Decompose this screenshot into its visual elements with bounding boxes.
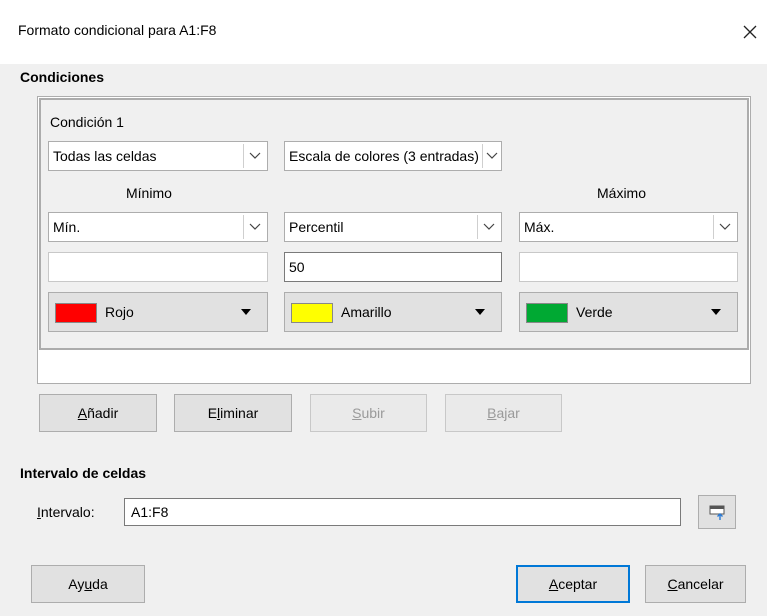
dropdown-triangle-icon xyxy=(241,309,251,315)
min-color-swatch xyxy=(55,303,97,323)
range-input[interactable]: A1:F8 xyxy=(124,498,681,526)
conditions-section-label: Condiciones xyxy=(20,69,105,85)
range-value: A1:F8 xyxy=(131,504,169,520)
max-value-input[interactable] xyxy=(519,252,738,282)
chevron-down-icon xyxy=(243,215,265,239)
max-color-swatch xyxy=(526,303,568,323)
mid-type-value: Percentil xyxy=(289,219,344,235)
format-type-dropdown[interactable]: Escala de colores (3 entradas) xyxy=(284,141,502,171)
move-up-button[interactable]: Subir xyxy=(310,394,427,432)
cancel-button[interactable]: Cancelar xyxy=(645,565,746,603)
max-color-label: Verde xyxy=(576,304,613,320)
delete-button[interactable]: Eliminar xyxy=(174,394,292,432)
condition-label: Condición 1 xyxy=(50,114,124,130)
chevron-down-icon xyxy=(713,215,735,239)
mid-color-label: Amarillo xyxy=(341,304,392,320)
cell-range-section-label: Intervalo de celdas xyxy=(20,465,147,481)
applies-to-dropdown[interactable]: Todas las celdas xyxy=(48,141,268,171)
chevron-down-icon xyxy=(243,144,265,168)
max-type-value: Máx. xyxy=(524,219,555,235)
conditional-format-dialog: Formato condicional para A1:F8 Condicion… xyxy=(0,0,767,616)
applies-to-value: Todas las celdas xyxy=(53,148,157,164)
min-color-button[interactable]: Rojo xyxy=(48,292,268,332)
format-type-value: Escala de colores (3 entradas) xyxy=(289,148,479,164)
mid-value-input[interactable]: 50 xyxy=(284,252,502,282)
shrink-button[interactable] xyxy=(698,495,736,529)
mid-color-swatch xyxy=(291,303,333,323)
chevron-down-icon xyxy=(482,144,500,168)
close-icon[interactable] xyxy=(736,18,764,46)
min-value-input[interactable] xyxy=(48,252,268,282)
mid-type-dropdown[interactable]: Percentil xyxy=(284,212,502,242)
dropdown-triangle-icon xyxy=(711,309,721,315)
add-button[interactable]: Añadir xyxy=(39,394,157,432)
max-color-button[interactable]: Verde xyxy=(519,292,738,332)
help-button[interactable]: Ayuda xyxy=(31,565,145,603)
min-type-dropdown[interactable]: Mín. xyxy=(48,212,268,242)
mid-color-button[interactable]: Amarillo xyxy=(284,292,502,332)
title-bar: Formato condicional para A1:F8 xyxy=(0,0,767,64)
window-title: Formato condicional para A1:F8 xyxy=(18,22,217,38)
move-down-button[interactable]: Bajar xyxy=(445,394,562,432)
shrink-icon xyxy=(709,505,725,520)
minimum-label: Mínimo xyxy=(126,185,172,201)
mid-value-text: 50 xyxy=(289,259,305,275)
range-label: Intervalo: xyxy=(37,504,95,520)
ok-button[interactable]: Aceptar xyxy=(516,565,630,603)
chevron-down-icon xyxy=(477,215,499,239)
max-type-dropdown[interactable]: Máx. xyxy=(519,212,738,242)
maximum-label: Máximo xyxy=(597,185,647,201)
dropdown-triangle-icon xyxy=(475,309,485,315)
min-color-label: Rojo xyxy=(105,304,134,320)
min-type-value: Mín. xyxy=(53,219,81,235)
